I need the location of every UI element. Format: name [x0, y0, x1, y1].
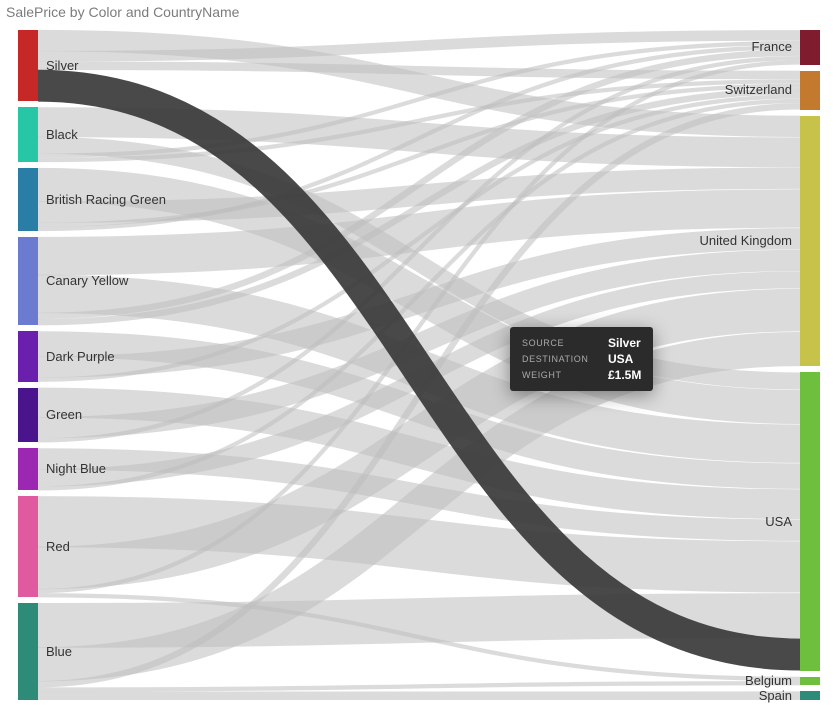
node-usa[interactable]	[800, 372, 820, 670]
node-label-silver: Silver	[46, 58, 79, 73]
node-label-usa: USA	[765, 514, 792, 529]
node-green[interactable]	[18, 388, 38, 443]
node-night-blue[interactable]	[18, 448, 38, 490]
tooltip-dest-value: USA	[608, 351, 633, 367]
node-label-spain: Spain	[759, 688, 792, 703]
node-label-black: Black	[46, 127, 78, 142]
node-red[interactable]	[18, 496, 38, 597]
tooltip-source-value: Silver	[608, 335, 641, 351]
tooltip-source-label: SOURCE	[522, 335, 590, 351]
sankey-link[interactable]	[38, 683, 800, 689]
chart-title: SalePrice by Color and CountryName	[0, 0, 838, 20]
node-blue[interactable]	[18, 603, 38, 700]
node-silver[interactable]	[18, 30, 38, 101]
node-spain[interactable]	[800, 691, 820, 700]
sankey-svg	[0, 22, 838, 708]
node-france[interactable]	[800, 30, 820, 65]
node-british-racing-green[interactable]	[18, 168, 38, 231]
tooltip-weight-label: WEIGHT	[522, 367, 590, 383]
tooltip-weight-value: £1.5M	[608, 367, 641, 383]
node-switzerland[interactable]	[800, 71, 820, 110]
node-dark-purple[interactable]	[18, 331, 38, 381]
node-label-green: Green	[46, 407, 82, 422]
node-label-united-kingdom: United Kingdom	[700, 233, 793, 248]
sankey-canvas: Silver Black British Racing Green Canary Ye…	[0, 22, 838, 708]
node-label-switzerland: Switzerland	[725, 82, 792, 97]
node-label-blue: Blue	[46, 644, 72, 659]
node-label-british-racing-green: British Racing Green	[46, 192, 166, 207]
node-label-night-blue: Night Blue	[46, 461, 106, 476]
node-label-red: Red	[46, 539, 70, 554]
node-united-kingdom[interactable]	[800, 116, 820, 367]
node-label-canary-yellow: Canary Yellow	[46, 273, 128, 288]
node-label-france: France	[752, 39, 792, 54]
node-label-belgium: Belgium	[745, 673, 792, 688]
node-belgium[interactable]	[800, 677, 820, 686]
tooltip-dest-label: DESTINATION	[522, 351, 590, 367]
node-label-dark-purple: Dark Purple	[46, 349, 115, 364]
link-tooltip: SOURCE Silver DESTINATION USA WEIGHT £1.5M	[510, 327, 653, 391]
node-black[interactable]	[18, 107, 38, 162]
node-canary-yellow[interactable]	[18, 237, 38, 325]
